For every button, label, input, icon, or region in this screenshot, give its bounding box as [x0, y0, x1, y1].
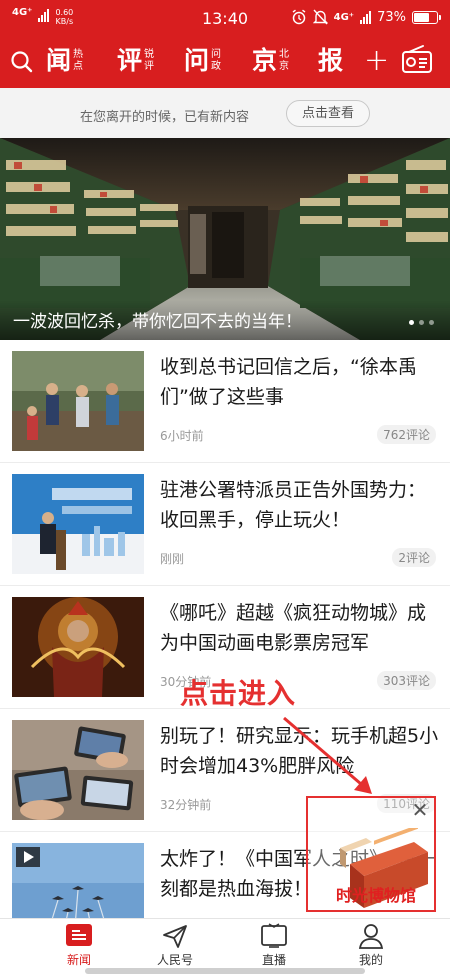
time-museum-popup[interactable]: ✕ 时光博物馆 [306, 796, 436, 912]
channel-wen-zheng-sub2: 政 [211, 61, 222, 72]
banner-carousel[interactable]: 一波波回忆杀，带你忆回不去的当年！ [0, 138, 450, 340]
new-content-notice: 在您离开的时候，已有新内容 点击查看 [0, 88, 450, 138]
news-item[interactable]: 驻港公署特派员正告外国势力：收回黑手，停止玩火！ 刚刚 2评论 [0, 463, 450, 586]
channel-wen-sub: 热点 [73, 49, 85, 73]
channel-wen-zheng[interactable]: 问 问政 [184, 43, 223, 79]
close-icon[interactable]: ✕ [410, 798, 430, 822]
channel-jing[interactable]: 京 北京 [252, 43, 291, 79]
news-item[interactable]: 收到总书记回信之后，“徐本禹们”做了这些事 6小时前 762评论 [0, 340, 450, 463]
battery-percent: 73% [377, 9, 406, 25]
channel-wen-zheng-sub1: 问 [211, 49, 222, 60]
channel-ping-sub: 锐评 [144, 49, 156, 73]
bottom-nav: 新闻 人民号 直播 我的 [0, 918, 450, 974]
news-title: 别玩了！研究显示：玩手机超5小时会增加43%肥胖风险 [160, 725, 439, 777]
channel-jing-label: 京 [252, 46, 278, 75]
channel-jing-sub: 北京 [279, 49, 291, 73]
channel-wen-zheng-label: 问 [184, 46, 210, 75]
banner-title: 一波波回忆杀，带你忆回不去的当年！ [13, 312, 302, 332]
carousel-dot [419, 320, 424, 325]
channel-ping[interactable]: 评 锐评 [117, 43, 156, 79]
news-time: 32分钟前 [160, 798, 212, 812]
channel-bao-label: 报 [318, 46, 344, 75]
tab-news-label: 新闻 [66, 953, 91, 967]
mute-icon [312, 9, 328, 25]
channel-jing-sub1: 北 [279, 49, 290, 60]
news-thumbnail [12, 720, 144, 820]
home-indicator[interactable] [85, 968, 365, 974]
news-thumbnail [12, 474, 144, 574]
news-title: 驻港公署特派员正告外国势力：收回黑手，停止玩火！ [160, 479, 427, 531]
channel-ping-label: 评 [117, 46, 143, 75]
tab-news[interactable]: 新闻 [39, 923, 119, 968]
add-channel-button[interactable]: + [364, 45, 389, 77]
view-new-content-button[interactable]: 点击查看 [286, 100, 370, 127]
news-thumbnail [12, 351, 144, 451]
channel-wen-label: 闻 [46, 46, 72, 75]
status-bar: 4G⁺ 0.60 KB/s 13:40 4G⁺ 73% [0, 0, 450, 36]
tab-me-label: 我的 [358, 953, 383, 967]
tab-live[interactable]: 直播 [234, 923, 314, 968]
channel-nav: 闻 热点 评 锐评 问 问政 京 北京 报 + [0, 36, 450, 88]
battery-level [414, 12, 429, 22]
annotation-label: 点击进入 [180, 677, 297, 710]
network-type-right: 4G⁺ [333, 11, 355, 23]
news-time: 刚刚 [160, 552, 185, 566]
news-icon [66, 924, 92, 946]
channel-wen[interactable]: 闻 热点 [46, 43, 85, 79]
signal-icon-right [360, 10, 372, 24]
news-title: 收到总书记回信之后，“徐本禹们”做了这些事 [160, 356, 417, 408]
alarm-icon [292, 9, 306, 25]
channel-wen-sub1: 热 [73, 49, 84, 60]
search-icon[interactable] [10, 50, 34, 74]
carousel-dots [409, 320, 434, 325]
paper-plane-icon [163, 925, 187, 948]
tab-live-label: 直播 [261, 953, 286, 967]
channel-jing-sub2: 京 [279, 61, 290, 72]
radio-icon[interactable] [401, 44, 433, 74]
channel-ping-sub2: 评 [144, 61, 155, 72]
carousel-dot-active [409, 320, 414, 325]
tab-people-label: 人民号 [156, 953, 193, 967]
battery-icon [412, 10, 441, 24]
news-comment-count: 762评论 [377, 425, 436, 444]
popup-label: 时光博物馆 [336, 886, 417, 905]
news-title: 《哪吒》超越《疯狂动物城》成为中国动画电影票房冠军 [160, 602, 427, 654]
tab-people[interactable]: 人民号 [135, 923, 215, 968]
tab-me[interactable]: 我的 [331, 923, 411, 968]
person-icon [358, 924, 384, 949]
channel-wen-sub2: 点 [73, 61, 84, 72]
news-comment-count: 2评论 [392, 548, 436, 567]
news-comment-count: 303评论 [377, 671, 436, 690]
news-thumbnail [12, 597, 144, 697]
carousel-dot [429, 320, 434, 325]
tv-icon [261, 923, 287, 948]
channel-ping-sub1: 锐 [144, 49, 155, 60]
news-time: 6小时前 [160, 429, 204, 443]
channel-bao[interactable]: 报 [318, 43, 343, 79]
notice-text: 在您离开的时候，已有新内容 [80, 110, 250, 125]
channel-wen-zheng-sub: 问政 [211, 49, 223, 73]
status-right: 4G⁺ 73% [291, 9, 441, 25]
